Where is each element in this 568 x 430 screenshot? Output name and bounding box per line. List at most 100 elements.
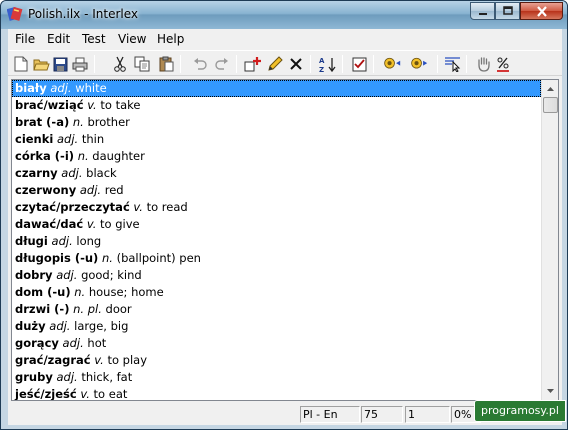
entry-part-of-speech: v. bbox=[80, 387, 90, 401]
new-file-button[interactable] bbox=[12, 55, 30, 73]
entry-part-of-speech: n. bbox=[77, 149, 89, 163]
menu-test[interactable]: Test bbox=[82, 32, 106, 46]
entry-headword: czarny bbox=[15, 166, 58, 180]
entry-meaning: door bbox=[105, 302, 132, 316]
list-item[interactable]: drzwi (-) n. pl. door bbox=[12, 301, 541, 318]
paste-button[interactable] bbox=[157, 55, 175, 73]
entry-part-of-speech: adj. bbox=[79, 183, 102, 197]
maximize-button[interactable] bbox=[495, 2, 520, 20]
select-button[interactable] bbox=[443, 55, 461, 73]
status-current-position: 1 bbox=[405, 406, 450, 423]
voice-right-button[interactable] bbox=[410, 55, 428, 73]
print-button[interactable] bbox=[71, 55, 89, 73]
menu-file[interactable]: File bbox=[15, 32, 35, 46]
window-title: Polish.ilx - Interlex bbox=[28, 7, 138, 21]
list-item[interactable]: dom (-u) n. house; home bbox=[12, 284, 541, 301]
entry-headword: czytać/przeczytać bbox=[15, 200, 130, 214]
word-list[interactable]: biały adj. white brać/wziąć v. to take bra… bbox=[11, 79, 559, 401]
menu-help[interactable]: Help bbox=[157, 32, 184, 46]
toolbar-separator bbox=[180, 55, 181, 73]
entry-meaning: to eat bbox=[93, 387, 128, 401]
add-entry-button[interactable] bbox=[244, 55, 262, 73]
vertical-scrollbar[interactable] bbox=[541, 80, 558, 400]
entry-part-of-speech: adj. bbox=[61, 166, 83, 180]
menu-view[interactable]: View bbox=[118, 32, 146, 46]
open-button[interactable] bbox=[32, 55, 50, 73]
entry-headword: gruby bbox=[15, 370, 53, 384]
minimize-button[interactable] bbox=[470, 2, 495, 20]
undo-icon bbox=[194, 58, 207, 70]
status-language-pair: Pl - En bbox=[300, 406, 360, 423]
list-item[interactable]: jeść/zjeść v. to eat bbox=[12, 386, 541, 401]
save-button[interactable] bbox=[51, 55, 69, 73]
list-item[interactable]: brać/wziąć v. to take bbox=[12, 97, 541, 114]
redo-button[interactable] bbox=[213, 55, 231, 73]
list-item[interactable]: czerwony adj. red bbox=[12, 182, 541, 199]
list-item[interactable]: duży adj. large, big bbox=[12, 318, 541, 335]
percent-button[interactable] bbox=[494, 55, 512, 73]
entry-headword: brać/wziąć bbox=[15, 98, 84, 112]
list-item[interactable]: długi adj. long bbox=[12, 233, 541, 250]
list-item[interactable]: gorący adj. hot bbox=[12, 335, 541, 352]
edit-button[interactable] bbox=[266, 55, 284, 73]
list-item[interactable]: długopis (-u) n. (ballpoint) pen bbox=[12, 250, 541, 267]
hand-button[interactable] bbox=[474, 55, 492, 73]
entry-meaning: (ballpoint) pen bbox=[116, 251, 201, 265]
print-icon bbox=[72, 57, 88, 71]
entry-part-of-speech: adj. bbox=[50, 81, 72, 95]
entry-headword: brat (-a) bbox=[15, 115, 70, 129]
list-item[interactable]: czytać/przeczytać v. to read bbox=[12, 199, 541, 216]
interlex-app-icon[interactable] bbox=[7, 6, 23, 22]
scroll-down-button[interactable] bbox=[543, 383, 558, 399]
entry-meaning: large, big bbox=[74, 319, 129, 333]
title-bar[interactable]: Polish.ilx - Interlex bbox=[1, 1, 567, 29]
entry-meaning: black bbox=[86, 166, 117, 180]
svg-text:A: A bbox=[319, 57, 325, 65]
select-cursor-icon bbox=[444, 57, 460, 72]
new-file-icon bbox=[14, 56, 28, 72]
undo-button[interactable] bbox=[191, 55, 209, 73]
list-item[interactable]: biały adj. white bbox=[12, 80, 541, 97]
entry-part-of-speech: n. pl. bbox=[73, 302, 102, 316]
delete-button[interactable] bbox=[287, 55, 305, 73]
entry-headword: grać/zagrać bbox=[15, 353, 91, 367]
menu-edit[interactable]: Edit bbox=[47, 32, 70, 46]
save-icon bbox=[53, 57, 67, 71]
list-item[interactable]: córka (-i) n. daughter bbox=[12, 148, 541, 165]
menu-bar: File Edit Test View Help bbox=[8, 29, 562, 49]
scroll-up-button[interactable] bbox=[543, 81, 558, 97]
entry-meaning: white bbox=[75, 81, 107, 95]
entry-headword: dobry bbox=[15, 268, 53, 282]
hand-icon bbox=[477, 57, 490, 72]
voice-left-button[interactable] bbox=[383, 55, 401, 73]
toolbar-separator bbox=[373, 55, 374, 73]
toolbar: AZ bbox=[8, 50, 562, 76]
entry-headword: córka (-i) bbox=[15, 149, 75, 163]
cut-button[interactable] bbox=[111, 55, 129, 73]
entry-meaning: thin bbox=[81, 132, 105, 146]
entry-meaning: to play bbox=[107, 353, 148, 367]
list-item[interactable]: dobry adj. good; kind bbox=[12, 267, 541, 284]
sort-button[interactable]: AZ bbox=[319, 55, 337, 73]
entry-headword: dawać/dać bbox=[15, 217, 84, 231]
scroll-thumb[interactable] bbox=[543, 97, 558, 113]
list-item[interactable]: brat (-a) n. brother bbox=[12, 114, 541, 131]
entry-meaning: daughter bbox=[92, 149, 145, 163]
entry-meaning: long bbox=[76, 234, 102, 248]
list-item[interactable]: gruby adj. thick, fat bbox=[12, 369, 541, 386]
entry-part-of-speech: n. bbox=[101, 251, 113, 265]
list-item[interactable]: dawać/dać v. to give bbox=[12, 216, 541, 233]
close-button[interactable] bbox=[520, 2, 563, 20]
toolbar-separator bbox=[342, 55, 343, 73]
test-button[interactable] bbox=[350, 55, 368, 73]
entry-headword: czerwony bbox=[15, 183, 77, 197]
arrow-up-icon bbox=[547, 87, 554, 91]
entry-part-of-speech: v. bbox=[87, 98, 97, 112]
copy-button[interactable] bbox=[133, 55, 151, 73]
entry-meaning: hot bbox=[87, 336, 107, 350]
entry-part-of-speech: adj. bbox=[49, 319, 71, 333]
list-item[interactable]: czarny adj. black bbox=[12, 165, 541, 182]
list-item[interactable]: grać/zagrać v. to play bbox=[12, 352, 541, 369]
list-item[interactable]: cienki adj. thin bbox=[12, 131, 541, 148]
entry-meaning: house; home bbox=[88, 285, 164, 299]
